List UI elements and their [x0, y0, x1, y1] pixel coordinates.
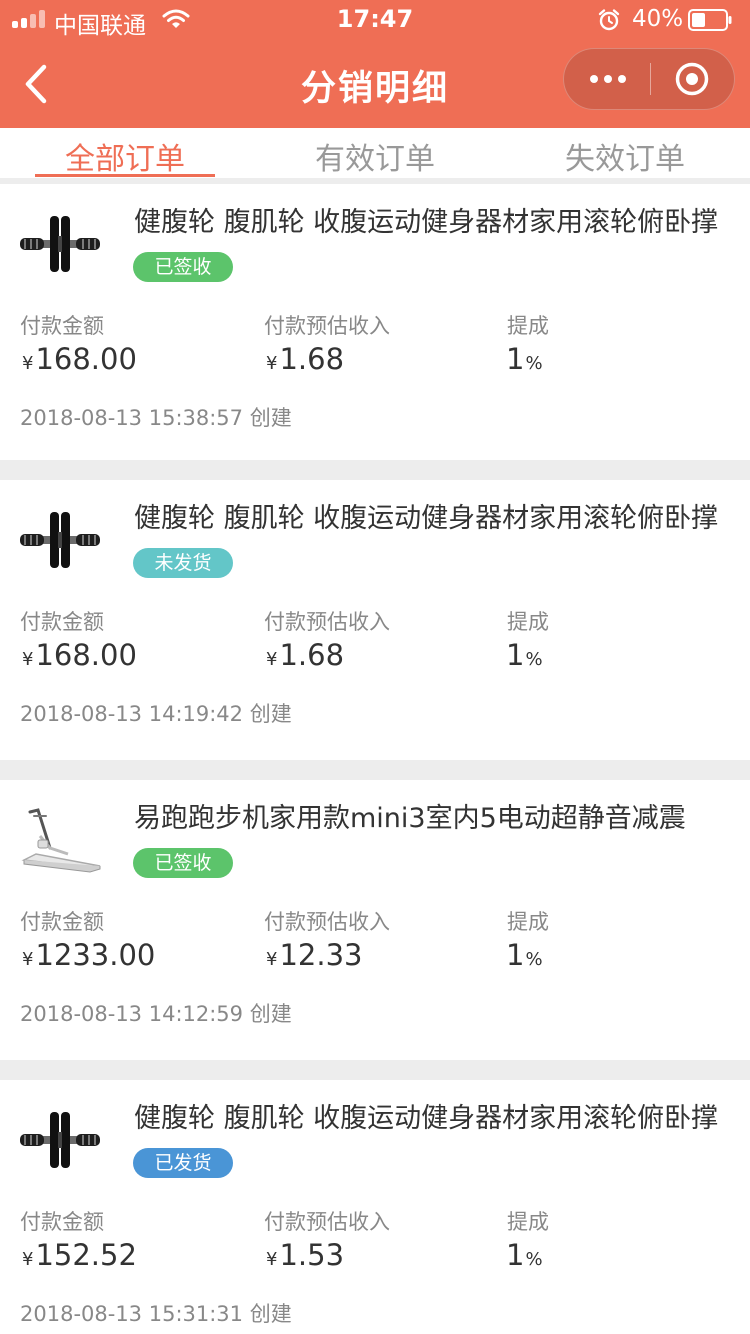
amount-label: 付款金额: [20, 910, 104, 934]
income-label: 付款预估收入: [264, 910, 390, 934]
created-datetime: 2018-08-13 14:19:42: [20, 702, 244, 726]
created-time: 2018-08-13 14:19:42 创建: [20, 698, 292, 728]
yen-symbol: ¥: [22, 353, 34, 374]
order-card[interactable]: 健腹轮 腹肌轮 收腹运动健身器材家用滚轮俯卧撑 已发货 付款金额 付款预估收入 …: [0, 1080, 750, 1334]
capsule-divider: [650, 63, 651, 95]
amount-label: 付款金额: [20, 1210, 104, 1234]
yen-symbol: ¥: [22, 949, 34, 970]
created-datetime: 2018-08-13 15:31:31: [20, 1302, 244, 1326]
created-suffix: 创建: [249, 406, 292, 430]
order-card[interactable]: 健腹轮 腹肌轮 收腹运动健身器材家用滚轮俯卧撑 未发货 付款金额 付款预估收入 …: [0, 480, 750, 760]
nav-bar: 分销明细: [0, 40, 750, 128]
amount-number: 1233.00: [35, 938, 156, 972]
tab-all-orders[interactable]: 全部订单: [0, 134, 250, 178]
amount-value: ¥168.00: [22, 638, 137, 672]
status-bar: 中国联通 17:47 40%: [0, 0, 750, 40]
ab-wheel-icon: [20, 1112, 100, 1168]
commission-number: 1: [506, 638, 525, 672]
active-tab-indicator: [35, 174, 215, 177]
commission-value: 1%: [506, 1238, 543, 1272]
percent-symbol: %: [525, 353, 543, 374]
order-card[interactable]: 易跑跑步机家用款mini3室内5电动超静音减震 已签收 付款金额 付款预估收入 …: [0, 780, 750, 1060]
commission-number: 1: [506, 342, 525, 376]
yen-symbol: ¥: [266, 949, 278, 970]
income-label: 付款预估收入: [264, 1210, 390, 1234]
income-number: 12.33: [279, 938, 363, 972]
product-title: 健腹轮 腹肌轮 收腹运动健身器材家用滚轮俯卧撑: [134, 503, 719, 534]
amount-value: ¥1233.00: [22, 938, 155, 972]
alarm-icon: [598, 9, 620, 31]
created-time: 2018-08-13 15:31:31 创建: [20, 1298, 292, 1328]
amount-number: 168.00: [35, 638, 137, 672]
close-target-button[interactable]: [675, 62, 709, 96]
order-tabs: 全部订单 有效订单 失效订单: [0, 128, 750, 178]
percent-symbol: %: [525, 649, 543, 670]
mini-program-capsule: [563, 48, 735, 110]
amount-number: 152.52: [35, 1238, 137, 1272]
ab-wheel-icon: [20, 216, 100, 272]
income-value: ¥1.68: [266, 638, 344, 672]
income-value: ¥12.33: [266, 938, 362, 972]
product-title: 易跑跑步机家用款mini3室内5电动超静音减震: [134, 803, 686, 834]
created-suffix: 创建: [249, 702, 292, 726]
status-badge: 已签收: [133, 848, 233, 878]
yen-symbol: ¥: [22, 1249, 34, 1270]
commission-label: 提成: [507, 610, 549, 634]
created-suffix: 创建: [249, 1002, 292, 1026]
percent-symbol: %: [525, 1249, 543, 1270]
commission-label: 提成: [507, 314, 549, 338]
income-number: 1.68: [279, 342, 345, 376]
battery-percent: 40%: [632, 6, 684, 32]
created-suffix: 创建: [249, 1302, 292, 1326]
income-number: 1.53: [279, 1238, 345, 1272]
amount-label: 付款金额: [20, 610, 104, 634]
status-badge: 未发货: [133, 548, 233, 578]
yen-symbol: ¥: [266, 1249, 278, 1270]
commission-value: 1%: [506, 938, 543, 972]
created-datetime: 2018-08-13 14:12:59: [20, 1002, 244, 1026]
income-value: ¥1.68: [266, 342, 344, 376]
commission-label: 提成: [507, 910, 549, 934]
amount-value: ¥152.52: [22, 1238, 137, 1272]
status-badge: 已发货: [133, 1148, 233, 1178]
app-header: 中国联通 17:47 40% 分销明细: [0, 0, 750, 128]
created-time: 2018-08-13 15:38:57 创建: [20, 402, 292, 432]
yen-symbol: ¥: [22, 649, 34, 670]
commission-label: 提成: [507, 1210, 549, 1234]
product-title: 健腹轮 腹肌轮 收腹运动健身器材家用滚轮俯卧撑: [134, 1103, 719, 1134]
order-card[interactable]: 健腹轮 腹肌轮 收腹运动健身器材家用滚轮俯卧撑 已签收 付款金额 付款预估收入 …: [0, 184, 750, 460]
commission-value: 1%: [506, 638, 543, 672]
yen-symbol: ¥: [266, 649, 278, 670]
income-label: 付款预估收入: [264, 610, 390, 634]
commission-value: 1%: [506, 342, 543, 376]
more-menu-button[interactable]: [564, 49, 650, 109]
tab-invalid-orders[interactable]: 失效订单: [500, 134, 750, 178]
battery-icon: [688, 9, 732, 31]
commission-number: 1: [506, 1238, 525, 1272]
amount-label: 付款金额: [20, 314, 104, 338]
tab-valid-orders[interactable]: 有效订单: [250, 134, 500, 178]
amount-number: 168.00: [35, 342, 137, 376]
product-title: 健腹轮 腹肌轮 收腹运动健身器材家用滚轮俯卧撑: [134, 207, 719, 238]
amount-value: ¥168.00: [22, 342, 137, 376]
commission-number: 1: [506, 938, 525, 972]
created-datetime: 2018-08-13 15:38:57: [20, 406, 244, 430]
ab-wheel-icon: [20, 512, 100, 568]
treadmill-icon: [21, 808, 101, 873]
status-badge: 已签收: [133, 252, 233, 282]
income-label: 付款预估收入: [264, 314, 390, 338]
percent-symbol: %: [525, 949, 543, 970]
income-value: ¥1.53: [266, 1238, 344, 1272]
income-number: 1.68: [279, 638, 345, 672]
yen-symbol: ¥: [266, 353, 278, 374]
created-time: 2018-08-13 14:12:59 创建: [20, 998, 292, 1028]
